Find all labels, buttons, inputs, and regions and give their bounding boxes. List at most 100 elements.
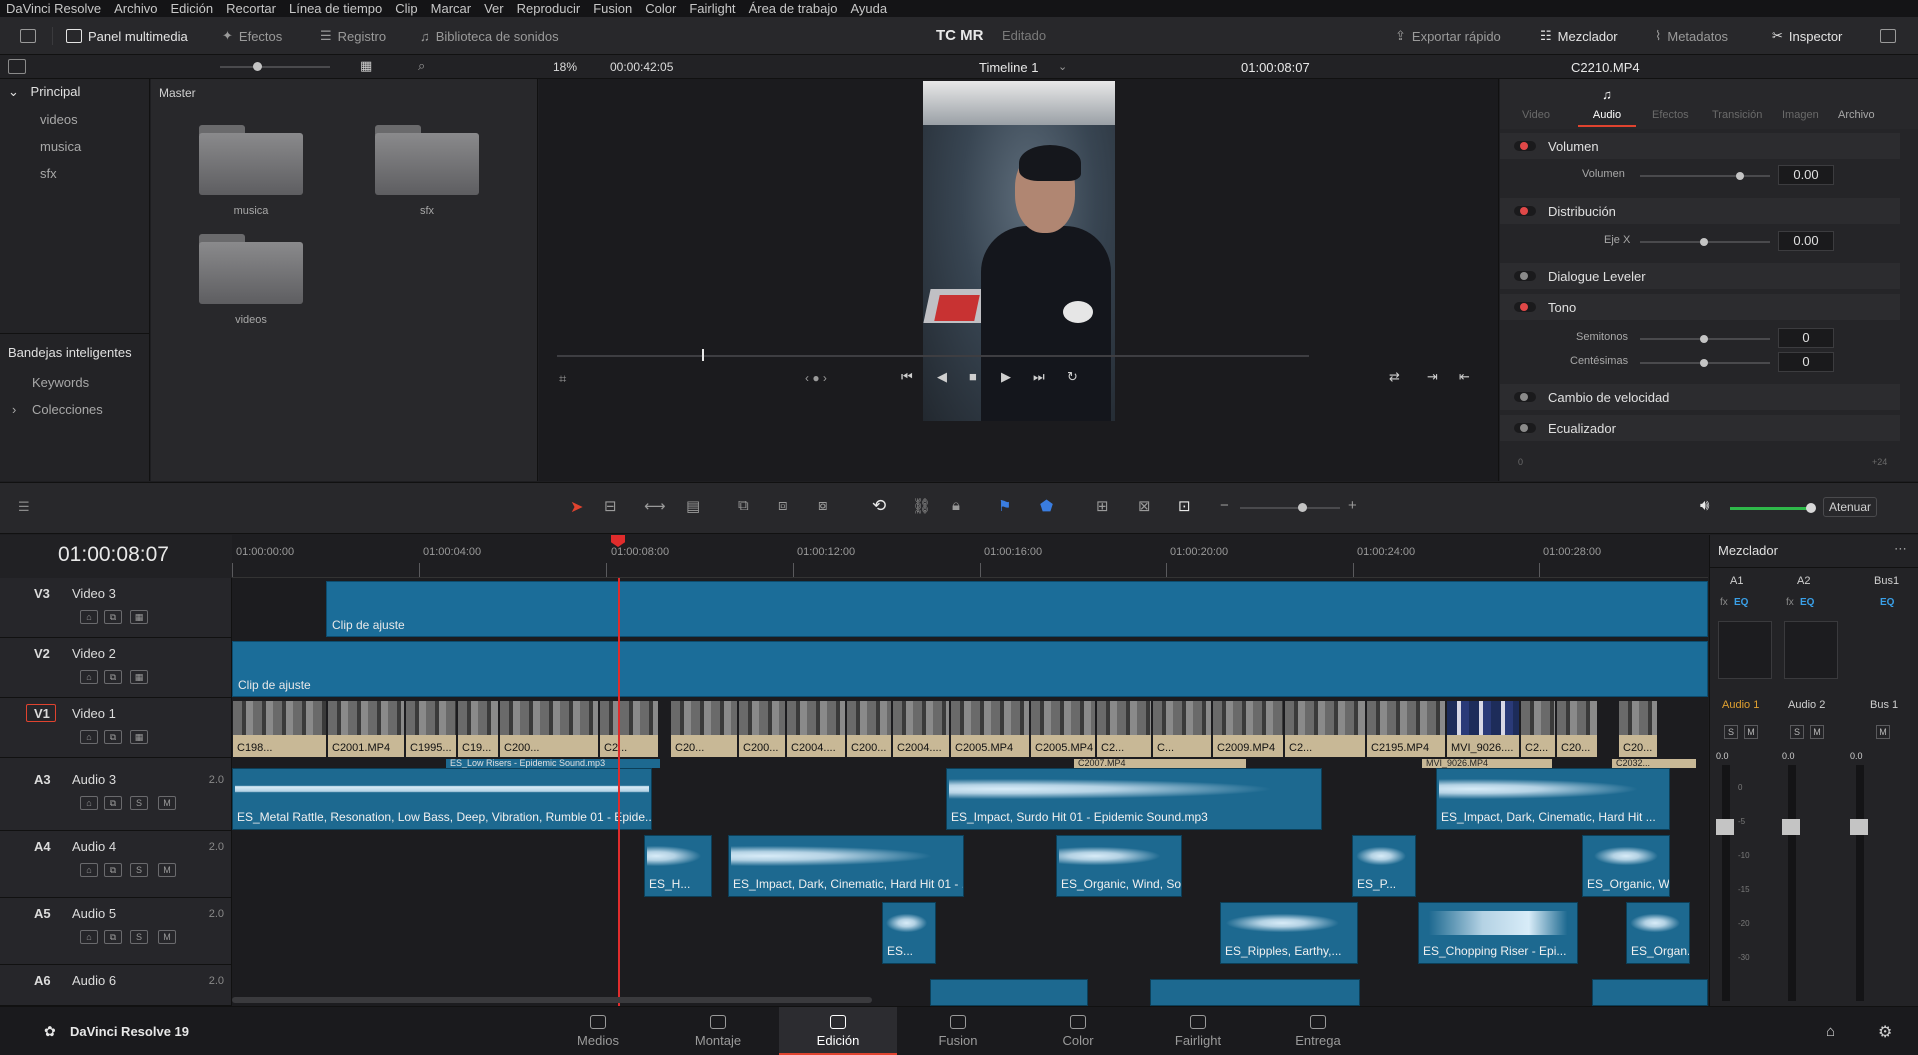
pitch-toggle[interactable]: [1514, 302, 1536, 312]
video-clip-overflow[interactable]: C2032...: [1612, 759, 1696, 768]
jog-control[interactable]: ‹ ● ›: [805, 371, 827, 385]
track-header-a5[interactable]: A5 Audio 5 2.0 ⌂ ⧉ S M: [0, 898, 232, 965]
audio-clip[interactable]: [930, 979, 1088, 1006]
video-clip[interactable]: C20...: [1618, 700, 1658, 758]
skip-start-icon[interactable]: ⏮: [901, 369, 913, 385]
menu-mark[interactable]: Marcar: [431, 0, 471, 17]
video-clip[interactable]: C2004....: [786, 700, 846, 758]
master-volume-slider[interactable]: [1730, 507, 1810, 510]
video-clip[interactable]: C20...: [1556, 700, 1598, 758]
play-icon[interactable]: ▶: [1001, 369, 1011, 385]
menu-timeline[interactable]: Línea de tiempo: [289, 0, 382, 17]
volume-value[interactable]: 0.00: [1778, 165, 1834, 185]
video-frame[interactable]: [923, 81, 1115, 421]
master-volume-knob[interactable]: [1806, 503, 1816, 513]
fader-track-a1[interactable]: [1722, 765, 1730, 1001]
scrubber-track[interactable]: [557, 355, 1309, 357]
snapping-icon[interactable]: ⟲: [872, 496, 886, 516]
tab-deliver[interactable]: Entrega: [1259, 1007, 1377, 1055]
film-icon[interactable]: ▦: [130, 610, 148, 624]
audio-clip[interactable]: ES...: [882, 902, 936, 964]
dynamic-trim-icon[interactable]: ⟷: [644, 497, 666, 515]
video-clip[interactable]: C19...: [457, 700, 499, 758]
search-icon[interactable]: ⌕: [418, 58, 425, 74]
fx-a1[interactable]: fx: [1720, 597, 1728, 608]
zoom-knob[interactable]: [1298, 503, 1307, 512]
pan-control-a1[interactable]: [1718, 621, 1772, 679]
lock-icon[interactable]: ⌂: [80, 863, 98, 877]
video-clip[interactable]: C2...: [599, 700, 659, 758]
track-header-a6[interactable]: A6 Audio 6 2.0: [0, 965, 232, 1006]
sound-library-button[interactable]: ♫ Biblioteca de sonidos: [420, 26, 559, 46]
menu-trim[interactable]: Recortar: [226, 0, 276, 17]
zoom-slider[interactable]: [1240, 507, 1340, 509]
tab-color[interactable]: Color: [1019, 1007, 1137, 1055]
eq-a1[interactable]: EQ: [1734, 597, 1748, 608]
menu-fairlight[interactable]: Fairlight: [689, 0, 735, 17]
bin-item-sfx[interactable]: sfx: [40, 166, 57, 181]
eq-bus1[interactable]: EQ: [1880, 597, 1894, 608]
menu-view[interactable]: Ver: [484, 0, 504, 17]
tab-effects[interactable]: Efectos: [1652, 109, 1689, 121]
scrubber-handle[interactable]: [702, 349, 704, 361]
audio-clip[interactable]: [1592, 979, 1708, 1006]
menu-help[interactable]: Ayuda: [850, 0, 887, 17]
tab-video[interactable]: Video: [1522, 109, 1550, 121]
video-clip[interactable]: C200...: [499, 700, 599, 758]
adjustment-clip-v2[interactable]: Clip de ajuste: [232, 641, 1708, 697]
video-clip[interactable]: C200...: [846, 700, 892, 758]
fader-handle-bus1[interactable]: [1850, 819, 1868, 835]
video-clip[interactable]: C20...: [670, 700, 738, 758]
home-icon[interactable]: ⌂: [1826, 1023, 1835, 1040]
timeline-selector[interactable]: Timeline 1: [979, 60, 1038, 75]
quick-export-button[interactable]: ⇪ Exportar rápido: [1395, 26, 1501, 46]
fader-track-a2[interactable]: [1788, 765, 1796, 1001]
pan-control-a2[interactable]: [1784, 621, 1838, 679]
horizontal-scrollbar[interactable]: [232, 997, 872, 1003]
zoom-detail-icon[interactable]: ⊠: [1138, 497, 1151, 515]
bin-item-musica[interactable]: musica: [40, 139, 81, 154]
lock-icon[interactable]: ⌂: [80, 610, 98, 624]
solo-a1[interactable]: S: [1724, 725, 1738, 739]
track-header-v3[interactable]: V3 Video 3 ⌂ ⧉ ▦: [0, 578, 232, 638]
tab-transition[interactable]: Transición: [1712, 109, 1762, 121]
blade-tool-icon[interactable]: ▤: [686, 497, 700, 515]
video-clip[interactable]: C...: [1152, 700, 1212, 758]
crop-icon[interactable]: ⌗: [559, 371, 566, 387]
tab-cut[interactable]: Montaje: [659, 1007, 777, 1055]
replace-clip-icon[interactable]: ⧇: [818, 497, 828, 514]
track-header-a4[interactable]: A4 Audio 4 2.0 ⌂ ⧉ S M: [0, 831, 232, 898]
fader-track-bus1[interactable]: [1856, 765, 1864, 1001]
tab-fusion[interactable]: Fusion: [899, 1007, 1017, 1055]
solo-button[interactable]: S: [130, 796, 148, 810]
tab-fairlight[interactable]: Fairlight: [1139, 1007, 1257, 1055]
thumbnail-size-knob[interactable]: [253, 62, 262, 71]
speaker-icon[interactable]: 🔊︎: [1700, 497, 1709, 514]
dialogue-toggle[interactable]: [1514, 271, 1536, 281]
audio-clip[interactable]: ES_Organ...: [1626, 902, 1690, 964]
menu-app[interactable]: DaVinci Resolve: [6, 0, 101, 17]
selection-tool-icon[interactable]: ➤: [570, 497, 583, 517]
video-clip[interactable]: C1995...: [405, 700, 457, 758]
menu-color[interactable]: Color: [645, 0, 676, 17]
lock-icon[interactable]: ⌂: [80, 796, 98, 810]
semitones-value[interactable]: 0: [1778, 328, 1834, 348]
marker-icon[interactable]: ⬟: [1040, 497, 1053, 515]
folder-sfx[interactable]: sfx: [375, 125, 479, 217]
prev-edit-icon[interactable]: ⇤: [1459, 369, 1470, 385]
stop-icon[interactable]: ■: [969, 369, 977, 384]
collapse-button[interactable]: [20, 26, 36, 46]
lock-icon[interactable]: ⌂: [80, 930, 98, 944]
cents-knob[interactable]: [1700, 359, 1708, 367]
lock-icon[interactable]: ⌂: [80, 670, 98, 684]
mute-a2[interactable]: M: [1810, 725, 1824, 739]
fader-handle-a1[interactable]: [1716, 819, 1734, 835]
mixer-button[interactable]: ☷ Mezclador: [1540, 26, 1618, 46]
media-pool-button[interactable]: Panel multimedia: [66, 26, 188, 46]
menu-playback[interactable]: Reproducir: [517, 0, 581, 17]
tab-edit[interactable]: Edición: [779, 1007, 897, 1055]
zoom-in-icon[interactable]: +: [1348, 497, 1357, 514]
film-icon[interactable]: ▦: [130, 670, 148, 684]
pan-knob[interactable]: [1700, 238, 1708, 246]
auto-select-icon[interactable]: ⧉: [104, 730, 122, 744]
